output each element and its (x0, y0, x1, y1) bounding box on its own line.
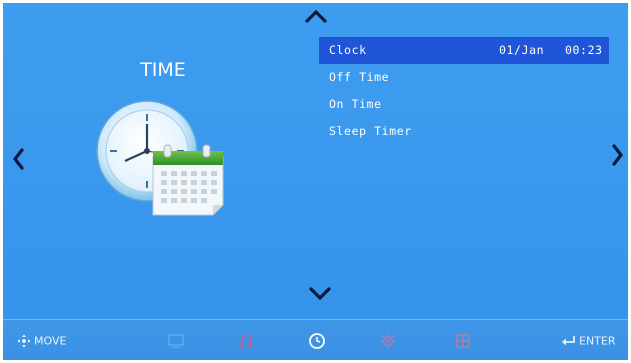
move-label: MOVE (34, 334, 67, 348)
time-menu: Clock 01/Jan 00:23 Off Time On Time Slee… (319, 37, 609, 145)
gear-icon[interactable] (379, 332, 397, 350)
menu-item-label: Clock (329, 43, 367, 57)
menu-item-label: Sleep Timer (329, 124, 412, 138)
clock-calendar-icon (96, 100, 224, 216)
menu-item-label: On Time (329, 97, 382, 111)
left-arrow-icon[interactable] (12, 148, 24, 170)
clock-icon[interactable] (308, 332, 326, 350)
menu-item-label: Off Time (329, 70, 390, 84)
down-arrow-icon[interactable] (309, 286, 331, 300)
menu-item-on-time[interactable]: On Time (319, 91, 609, 118)
picture-icon[interactable] (167, 332, 185, 350)
up-arrow-icon[interactable] (305, 9, 327, 23)
grid-icon[interactable] (454, 332, 472, 350)
clock-date-value: 01/Jan (499, 43, 545, 57)
music-note-icon[interactable] (237, 332, 255, 350)
clock-time-value: 00:23 (565, 43, 603, 57)
menu-item-sleep-timer[interactable]: Sleep Timer (319, 118, 609, 145)
menu-item-clock[interactable]: Clock 01/Jan 00:23 (319, 37, 609, 64)
enter-arrow-icon (562, 336, 575, 346)
section-title: TIME (140, 59, 186, 81)
tv-screen: TIME Clock 01/Jan 00:23 Off Time On Time… (3, 3, 628, 360)
move-hint: MOVE (17, 334, 66, 348)
enter-hint: ENTER (561, 334, 616, 348)
menu-item-off-time[interactable]: Off Time (319, 64, 609, 91)
move-dpad-icon (17, 334, 31, 348)
enter-label: ENTER (579, 334, 616, 348)
right-arrow-icon[interactable] (612, 144, 624, 166)
bottom-bar: MOVE ENTER (3, 319, 628, 360)
